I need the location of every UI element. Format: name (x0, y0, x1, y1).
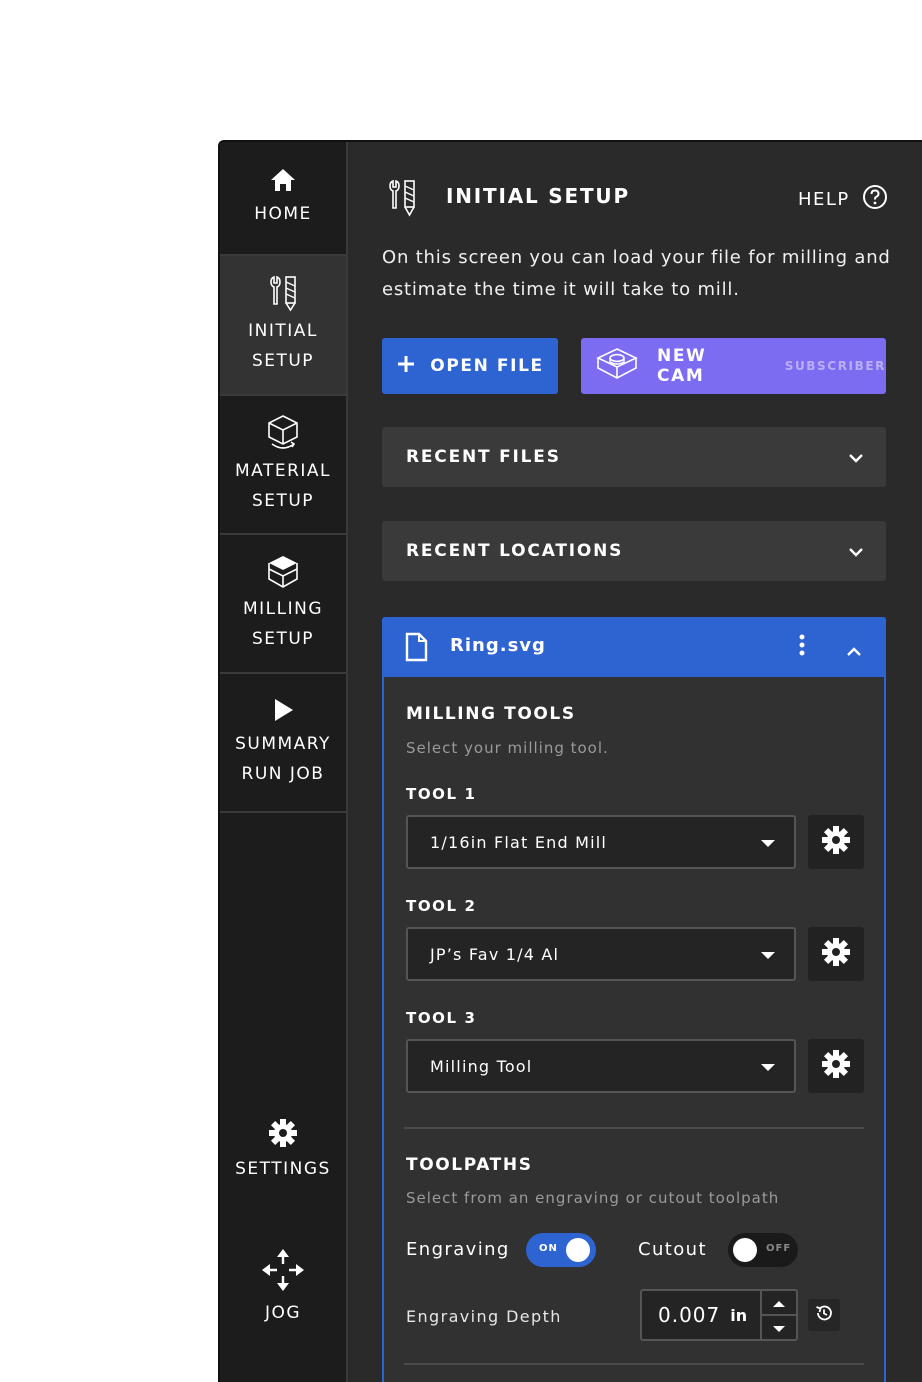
file-name: Ring.svg (450, 635, 546, 656)
caret-down-icon (760, 1057, 776, 1076)
toolpaths-subtitle: Select from an engraving or cutout toolp… (406, 1189, 780, 1207)
reset-depth-button[interactable] (808, 1299, 840, 1331)
help-label: HELP (798, 189, 850, 210)
tool-1-select[interactable]: 1/16in Flat End Mill (406, 815, 796, 869)
gear-icon (821, 937, 851, 971)
page-title: INITIAL SETUP (446, 184, 630, 208)
caret-down-icon (772, 1318, 786, 1337)
play-icon (271, 697, 295, 723)
toolpaths-title: TOOLPATHS (406, 1155, 533, 1175)
subscriber-badge: SUBSCRIBER (784, 359, 886, 373)
sidebar-item-home[interactable]: HOME (220, 142, 346, 256)
move-arrows-icon (259, 1246, 307, 1294)
sidebar-item-label: SUMMARY (235, 733, 331, 754)
intro-text: On this screen you can load your file fo… (382, 247, 891, 300)
sidebar-item-label: SETUP (251, 351, 315, 371)
increment-button[interactable] (762, 1291, 796, 1314)
tool-2-label: TOOL 2 (406, 897, 477, 915)
tool-2-value: JP’s Fav 1/4 Al (430, 944, 560, 964)
tool-1-settings-button[interactable] (808, 815, 864, 869)
cam-block-icon (595, 346, 639, 386)
file-panel-header[interactable]: Ring.svg (382, 617, 886, 677)
sidebar-item-label: HOME (254, 204, 312, 224)
open-file-button[interactable]: OPEN FILE (382, 338, 558, 394)
toggle-state-text: ON (539, 1243, 558, 1254)
sidebar-item-initial-setup[interactable]: INITIAL SETUP (220, 256, 346, 396)
tool-3-label: TOOL 3 (406, 1009, 477, 1027)
cutout-toggle[interactable]: OFF (728, 1233, 798, 1267)
sidebar-item-label: SETTINGS (235, 1159, 331, 1179)
recent-locations-accordion[interactable]: RECENT LOCATIONS (382, 521, 886, 581)
tool-2-select[interactable]: JP’s Fav 1/4 Al (406, 927, 796, 981)
cutout-label: Cutout (638, 1239, 707, 1260)
chevron-down-icon (848, 542, 864, 561)
tool-1-value: 1/16in Flat End Mill (430, 832, 608, 852)
sidebar-item-label: SETUP (251, 490, 315, 511)
sidebar-item-label: MATERIAL (234, 460, 332, 481)
toggle-knob (733, 1238, 757, 1262)
sidebar-item-milling-setup[interactable]: MILLING SETUP (220, 535, 346, 674)
section-divider (404, 1363, 864, 1365)
plus-icon (396, 354, 416, 379)
decrement-button[interactable] (762, 1314, 796, 1339)
gear-icon (821, 825, 851, 859)
recent-locations-title: RECENT LOCATIONS (406, 541, 624, 561)
open-file-label: OPEN FILE (430, 356, 544, 376)
app-window: HOME INITIAL SETUP MATERIAL SETUP MILLIN… (218, 140, 922, 1382)
history-icon (814, 1303, 834, 1327)
recent-files-accordion[interactable]: RECENT FILES (382, 427, 886, 487)
help-button[interactable]: HELP (798, 184, 888, 215)
engraving-label: Engraving (406, 1239, 510, 1260)
sidebar-nav: HOME INITIAL SETUP MATERIAL SETUP MILLIN… (220, 142, 348, 1382)
engraving-depth-label: Engraving Depth (406, 1307, 562, 1326)
engraving-depth-value: 0.007 (658, 1303, 721, 1327)
file-icon (404, 632, 428, 666)
material-cube-icon (266, 414, 300, 452)
caret-up-icon (772, 1293, 786, 1312)
tool-3-value: Milling Tool (430, 1056, 533, 1076)
engraving-depth-unit: in (730, 1305, 748, 1325)
sidebar-item-settings[interactable]: SETTINGS (220, 1118, 346, 1184)
gear-icon (821, 1049, 851, 1083)
sidebar-item-label: MILLING (242, 598, 324, 619)
tool-3-settings-button[interactable] (808, 1039, 864, 1093)
milling-tools-subtitle: Select your milling tool. (406, 739, 609, 757)
question-circle-icon (862, 184, 888, 215)
sidebar-item-label: JOG (264, 1303, 302, 1323)
tool-2-settings-button[interactable] (808, 927, 864, 981)
new-cam-label: NEW CAM (657, 346, 707, 386)
chevron-down-icon (848, 448, 864, 467)
sidebar-item-label: RUN JOB (241, 763, 325, 784)
home-icon (269, 167, 297, 193)
recent-files-title: RECENT FILES (406, 447, 561, 467)
file-panel: Ring.svg MILLING TOOLS Select your milli… (382, 617, 886, 1382)
main-content: INITIAL SETUP HELP On this screen you ca… (348, 142, 922, 1382)
new-cam-button[interactable]: NEW CAM SUBSCRIBER (581, 338, 886, 394)
sidebar-item-jog[interactable]: JOG (220, 1246, 346, 1328)
sidebar-item-material-setup[interactable]: MATERIAL SETUP (220, 396, 346, 535)
engraving-toggle[interactable]: ON (526, 1233, 596, 1267)
more-vertical-icon[interactable] (794, 633, 810, 663)
sidebar-item-label: INITIAL (248, 321, 318, 341)
tools-icon (384, 178, 420, 222)
toggle-knob (566, 1238, 590, 1262)
gear-icon (268, 1118, 298, 1148)
tool-1-label: TOOL 1 (406, 785, 477, 803)
caret-down-icon (760, 945, 776, 964)
tools-icon (265, 274, 301, 312)
depth-stepper (760, 1291, 796, 1339)
caret-down-icon (760, 833, 776, 852)
sidebar-item-label: SETUP (251, 628, 315, 649)
chevron-up-icon[interactable] (846, 642, 862, 661)
engraving-depth-input[interactable]: 0.007 in (640, 1289, 798, 1341)
toggle-state-text: OFF (766, 1243, 792, 1254)
section-divider (404, 1127, 864, 1129)
sidebar-item-summary-run-job[interactable]: SUMMARY RUN JOB (220, 674, 346, 813)
milling-block-icon (266, 554, 300, 590)
milling-tools-title: MILLING TOOLS (406, 704, 576, 724)
tool-3-select[interactable]: Milling Tool (406, 1039, 796, 1093)
